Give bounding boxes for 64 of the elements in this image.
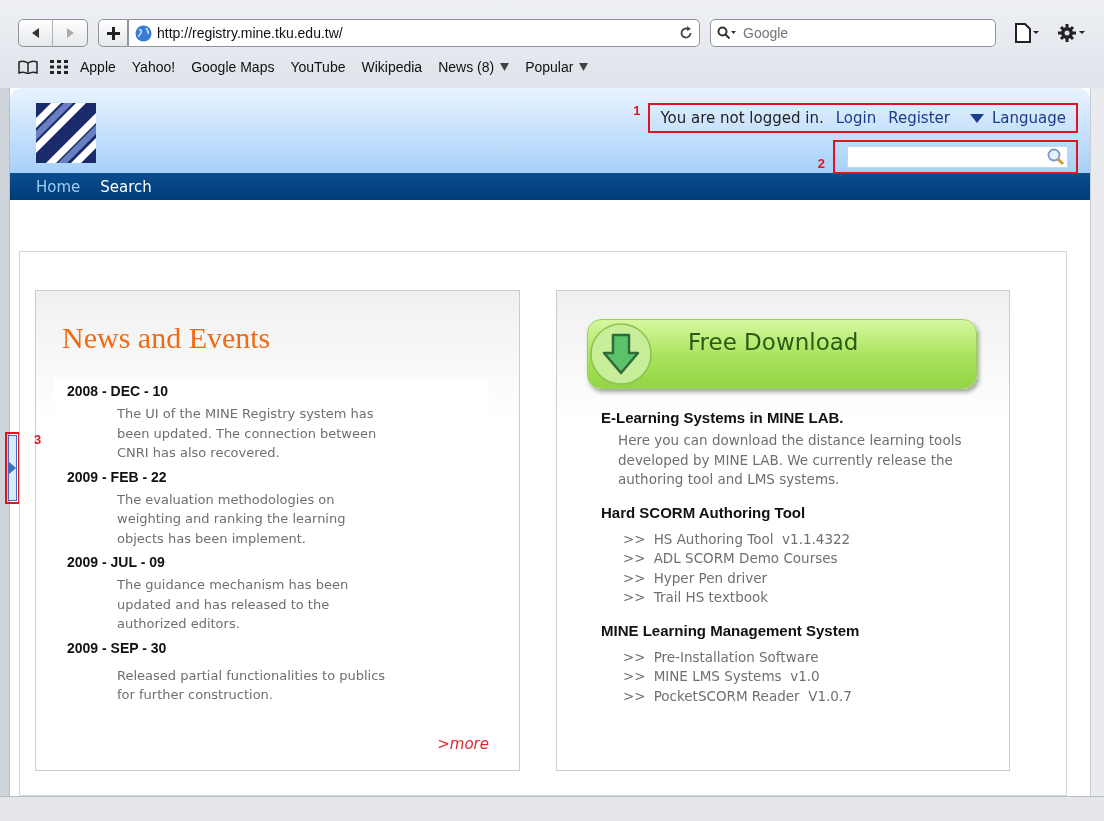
list-marker: >> [623,588,646,607]
nav-tab[interactable]: Search [100,177,152,196]
address-field[interactable]: http://registry.mine.tku.edu.tw/ [128,19,700,47]
section-heading: Hard SCORM Authoring Tool [601,503,807,521]
forward-arrow-icon [65,28,75,38]
news-text: The UI of the MINE Registry system has been updated. The connection between CNRI has also recovered. [117,405,378,462]
download-link[interactable]: Pre-Installation Software [653,647,819,667]
scrollbar[interactable] [1090,88,1104,796]
bookmark-link[interactable]: Wikipedia [361,59,423,75]
callout-number: 2 [817,156,825,171]
news-text: Released partial functionalities to publics for further construction. [117,666,387,704]
grid-icon[interactable] [50,60,68,74]
bookmark-link[interactable]: Google Maps [191,59,275,75]
news-text: The evaluation methodologies on weighting and ranking the learning objects has been implement. [117,490,347,548]
bookmark-link[interactable]: Apple [80,59,116,75]
bookmark-link[interactable]: YouTube [290,59,346,75]
news-date: 2009 - JUL - 09 [67,554,166,570]
news-title: News and Events [62,321,272,356]
login-status: You are not logged in. [660,109,824,127]
download-link[interactable]: Trail HS textbook [653,588,769,608]
book-icon[interactable] [18,60,38,74]
header-link[interactable]: Register [888,109,950,127]
plus-icon [106,26,120,40]
section-text: Here you can download the distance learning tools developed by MINE LAB. We currently release the authoring tool and LMS systems. [618,431,963,489]
list-marker: >> [623,568,646,588]
news-date: 2009 - SEP - 30 [67,639,168,656]
search-icon [717,26,737,40]
back-arrow-icon [30,28,41,38]
download-link[interactable]: PocketSCORM Reader V1.0.7 [653,686,852,706]
reload-icon[interactable] [679,26,693,40]
download-link[interactable]: Hyper Pen driver [653,568,767,588]
news-date: 2008 - DEC - 10 [67,383,170,399]
bookmark-link[interactable]: Yahoo! [131,59,176,75]
magnifier-icon[interactable] [1047,148,1065,166]
callout-number: 1 [633,103,641,118]
site-search-field[interactable] [847,146,1068,168]
download-link[interactable]: ADL SCORM Demo Courses [653,549,838,569]
list-marker: >> [623,667,646,686]
list-marker: >> [623,686,646,706]
list-marker: >> [623,529,646,549]
callout-number: 3 [34,432,42,447]
list-marker: >> [623,647,646,667]
section-heading: MINE Learning Management System [601,621,861,639]
add-bookmark-button[interactable] [98,19,128,47]
expand-arrow-icon [9,462,16,474]
list-marker: >> [623,549,646,568]
bookmark-link[interactable]: News (8) [438,59,510,75]
news-text: The guidance mechanism has been updated and has released to the authorized editors. [117,576,350,633]
free-download-button[interactable]: Free Download [587,319,977,389]
settings-icon[interactable] [1058,23,1086,43]
nav-tab[interactable]: Home [36,177,81,196]
download-link[interactable]: MINE LMS Systems v1.0 [653,667,820,687]
logo-icon [36,103,96,163]
globe-icon [135,24,152,42]
search-field[interactable]: Google [710,19,996,47]
language-menu[interactable]: Language [969,109,1066,127]
download-link[interactable]: HS Authoring Tool v1.1.4322 [653,529,851,549]
news-date: 2009 - FEB - 22 [67,468,168,485]
page-menu-icon[interactable] [1014,23,1040,43]
bookmark-link[interactable]: Popular [525,59,589,75]
header-link[interactable]: Login [835,109,877,127]
section-heading: E-Learning Systems in MINE LAB. [601,409,845,426]
more-link[interactable]: >more [437,735,489,753]
caret-icon [969,113,984,123]
